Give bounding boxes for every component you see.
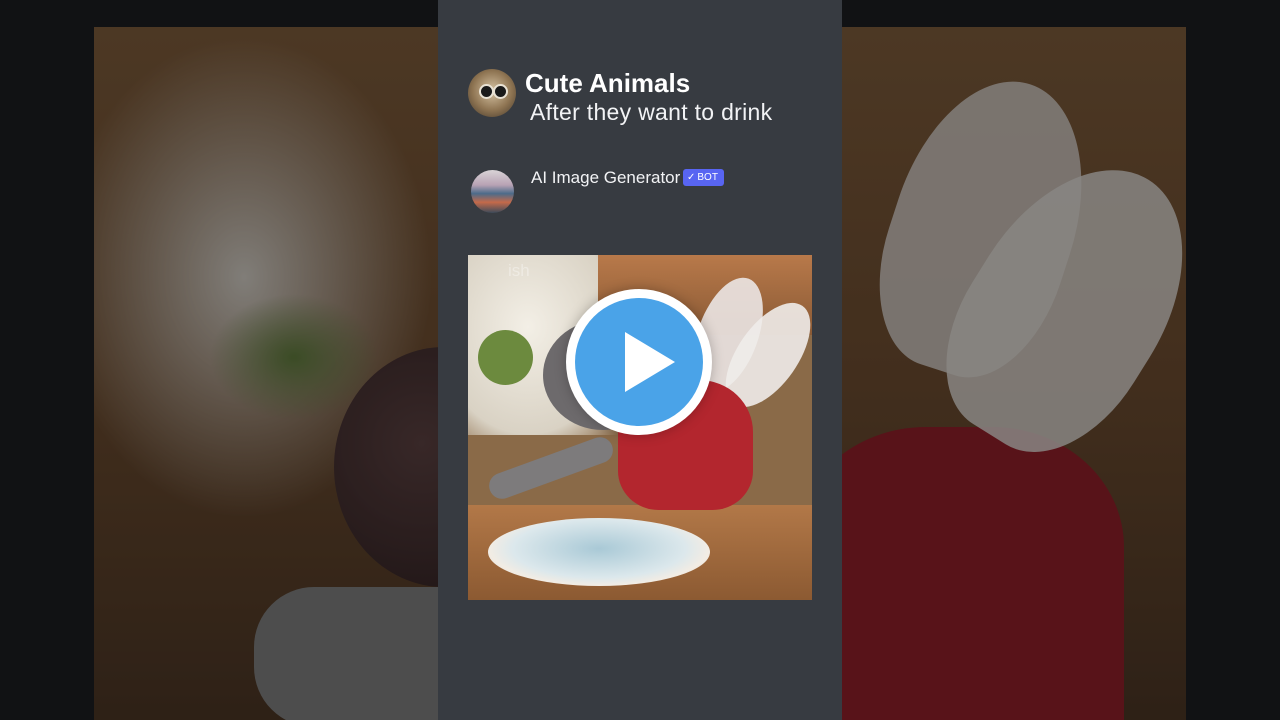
play-button-circle [575,298,703,426]
bot-badge-label: BOT [697,172,718,183]
image-fly-arm [485,433,617,503]
image-watermark: ish [508,261,530,280]
check-icon: ✓ [687,172,696,183]
generated-image[interactable]: ish [468,255,812,600]
background-red-shirt [794,427,1124,720]
channel-avatar[interactable] [468,69,516,117]
post-panel: Cute Animals After they want to drink AI… [438,0,842,720]
avatar-eye-right [493,84,508,99]
play-button[interactable] [566,289,712,435]
bot-avatar[interactable] [471,170,514,213]
image-plant [478,330,533,385]
channel-name[interactable]: Cute Animals [525,68,690,99]
post-subtitle: After they want to drink [530,99,773,125]
image-water-bowl [488,518,710,586]
bot-badge: ✓ BOT [683,169,724,186]
bot-name[interactable]: AI Image Generator [531,168,680,188]
avatar-eye-left [479,84,494,99]
play-icon [625,332,675,392]
